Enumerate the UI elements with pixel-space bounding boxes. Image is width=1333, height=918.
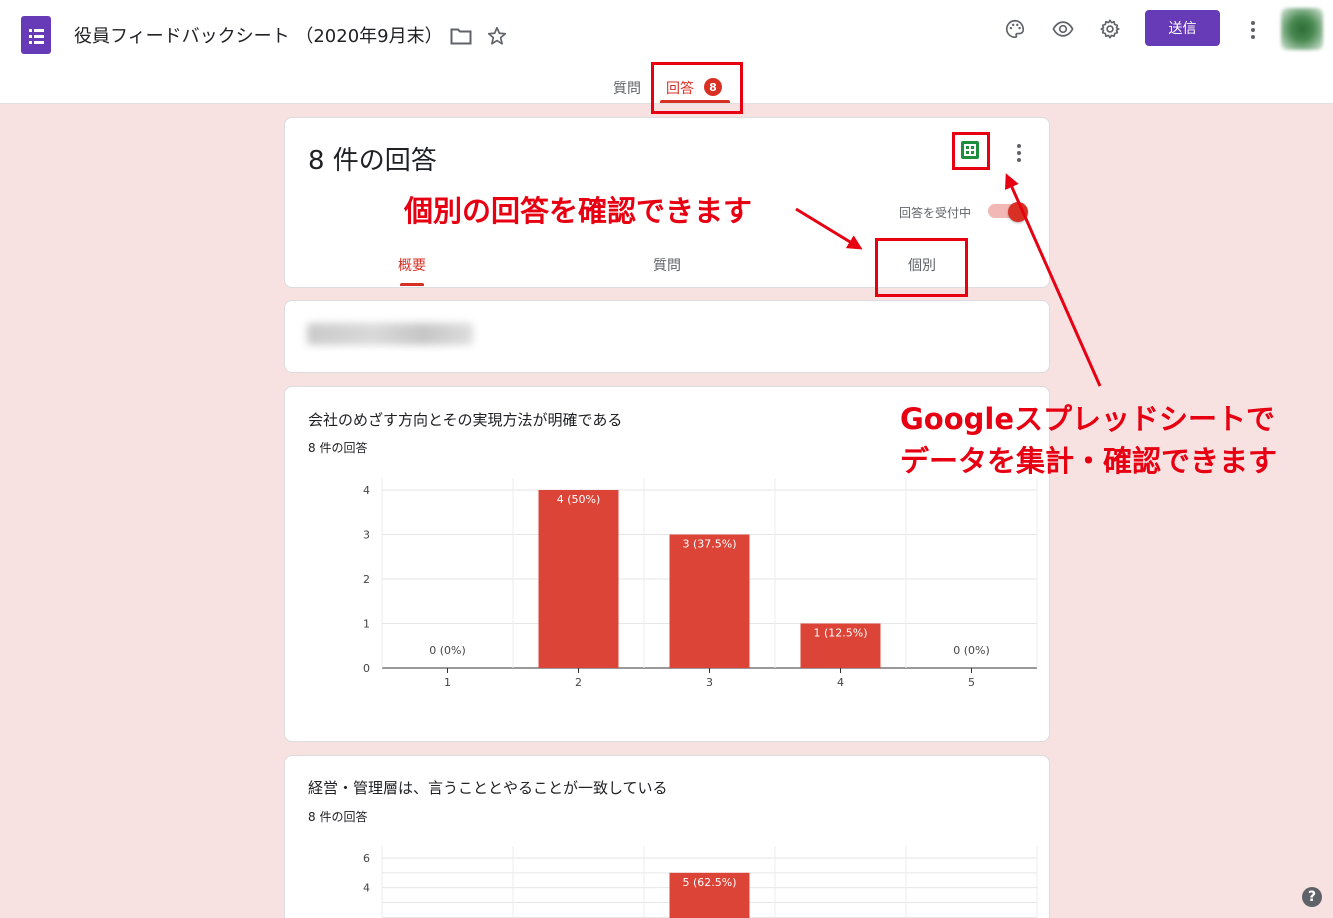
arrow-to-sheets-icon — [1005, 173, 1102, 387]
arrow-to-individual-tab — [795, 207, 863, 250]
help-icon[interactable]: ? — [1302, 887, 1322, 907]
annotation-arrows — [795, 173, 1102, 387]
